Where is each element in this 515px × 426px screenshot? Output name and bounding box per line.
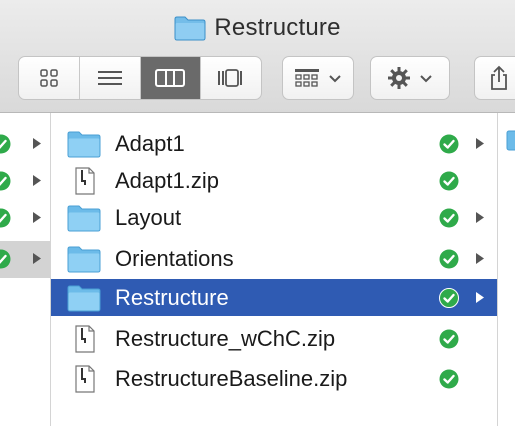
list-item[interactable]: Layout xyxy=(51,199,497,236)
arrange-button[interactable] xyxy=(282,56,354,100)
action-button[interactable] xyxy=(370,56,450,100)
folder-icon xyxy=(506,130,515,151)
sync-check-icon xyxy=(439,208,459,228)
sync-check-icon xyxy=(439,249,459,269)
sync-check-icon xyxy=(0,249,11,269)
disclosure-arrow-icon[interactable] xyxy=(32,137,42,150)
sync-check-icon xyxy=(0,171,11,191)
chevron-down-icon xyxy=(420,75,432,83)
sync-check-icon xyxy=(439,329,459,349)
icon-view-button[interactable] xyxy=(19,57,80,99)
sync-check-icon xyxy=(439,171,459,191)
cover-flow-view-button[interactable] xyxy=(201,57,261,99)
list-item[interactable]: Adapt1 xyxy=(51,125,497,162)
list-item[interactable]: RestructureBaseline.zip xyxy=(51,360,497,397)
list-item[interactable]: Orientations xyxy=(51,240,497,277)
list-icon xyxy=(97,71,122,85)
disclosure-arrow-icon[interactable] xyxy=(32,174,42,187)
sync-check-icon xyxy=(0,208,11,228)
column-view-button[interactable] xyxy=(140,57,202,99)
sync-check-icon xyxy=(0,134,11,154)
share-icon xyxy=(491,65,507,90)
share-button[interactable] xyxy=(474,56,515,100)
list-item[interactable]: Restructure_wChC.zip xyxy=(51,320,497,357)
list-view-button[interactable] xyxy=(80,57,141,99)
gear-icon xyxy=(388,67,410,89)
window-toolbar: Restructure xyxy=(0,0,515,113)
sync-check-icon xyxy=(439,288,459,308)
window-title: Restructure xyxy=(214,14,341,41)
window-title-bar: Restructure xyxy=(0,12,515,44)
disclosure-arrow-icon[interactable] xyxy=(475,291,485,304)
disclosure-arrow-icon[interactable] xyxy=(475,252,485,265)
zip-file-icon xyxy=(75,166,95,195)
cover-flow-icon xyxy=(218,69,243,87)
list-item[interactable]: Adapt1.zip xyxy=(51,162,497,199)
disclosure-arrow-icon[interactable] xyxy=(32,211,42,224)
sync-check-icon xyxy=(439,369,459,389)
disclosure-arrow-icon[interactable] xyxy=(475,137,485,150)
grid-icon xyxy=(40,69,58,87)
disclosure-arrow-icon[interactable] xyxy=(32,252,42,265)
folder-icon xyxy=(67,131,101,157)
folder-icon xyxy=(67,285,101,311)
columns-icon xyxy=(155,69,186,87)
chevron-down-icon xyxy=(329,75,341,83)
sync-check-icon xyxy=(439,134,459,154)
column-divider[interactable] xyxy=(497,113,498,426)
arrange-grid-icon xyxy=(295,69,319,87)
view-mode-control xyxy=(18,56,262,100)
folder-icon xyxy=(174,16,206,41)
column-browser: Adapt1 Adapt1.zip Layout Orientations Re… xyxy=(0,113,515,426)
zip-file-icon xyxy=(75,324,95,353)
disclosure-arrow-icon[interactable] xyxy=(475,211,485,224)
folder-icon xyxy=(67,246,101,272)
list-item-selected[interactable]: Restructure xyxy=(51,279,497,316)
zip-file-icon xyxy=(75,364,95,393)
folder-icon xyxy=(67,205,101,231)
